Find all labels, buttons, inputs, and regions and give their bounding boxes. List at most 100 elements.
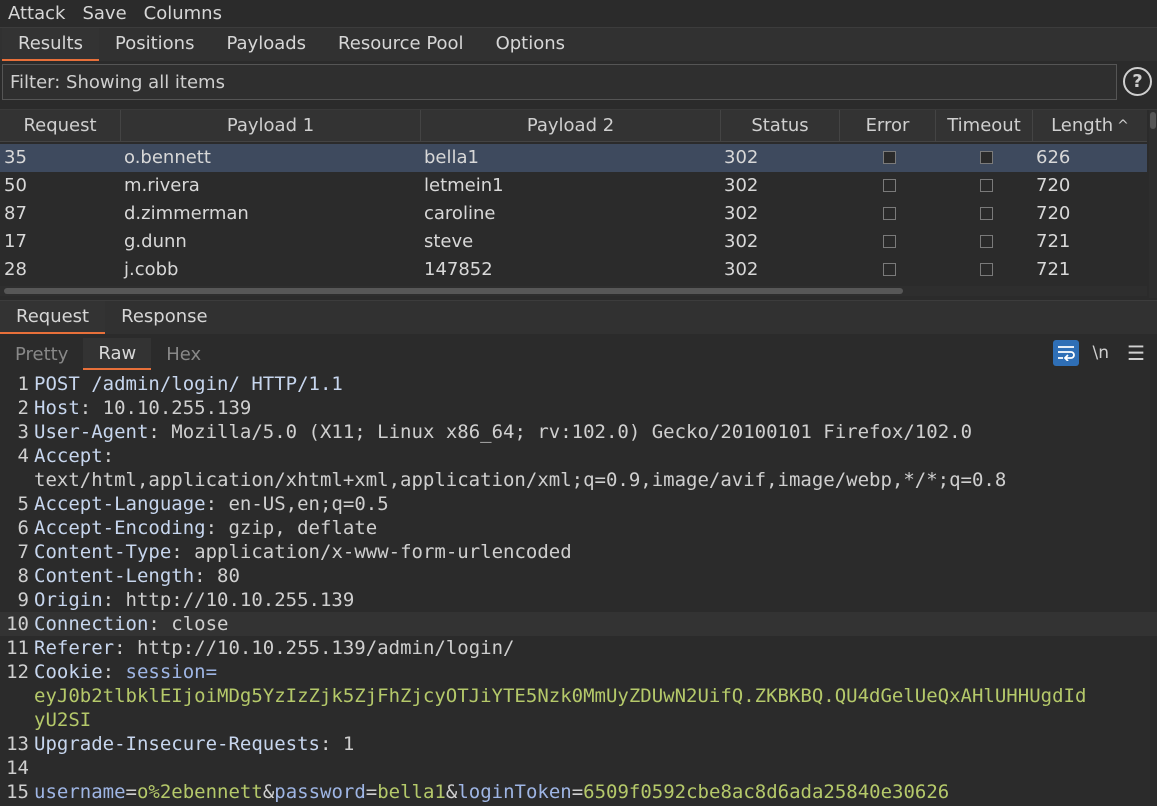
line-number: 12 bbox=[6, 661, 29, 683]
code-text: yU2SI bbox=[34, 708, 91, 732]
menu-bar: Attack Save Columns bbox=[0, 0, 1157, 27]
code-text: Origin: http://10.10.255.139 bbox=[34, 588, 354, 612]
line-number: 14 bbox=[6, 757, 29, 779]
separator: & bbox=[445, 781, 458, 803]
timeout-checkbox bbox=[980, 207, 993, 220]
editor-line: 13 Upgrade-Insecure-Requests: 1 bbox=[0, 732, 1157, 756]
cell-payload2: steve bbox=[424, 231, 474, 252]
filter-bar[interactable]: Filter: Showing all items bbox=[2, 64, 1117, 100]
line-number: 15 bbox=[6, 781, 29, 803]
col-length-label: Length bbox=[1051, 115, 1114, 136]
scrollbar-thumb[interactable] bbox=[1150, 112, 1156, 129]
separator: : bbox=[148, 613, 172, 635]
editor-line: 8 Content-Length: 80 bbox=[0, 564, 1157, 588]
code-text: Content-Type: application/x-www-form-url… bbox=[34, 540, 572, 564]
editor-line: 6 Accept-Encoding: gzip, deflate bbox=[0, 516, 1157, 540]
separator: : bbox=[114, 637, 137, 659]
param-name: password bbox=[274, 781, 366, 803]
timeout-checkbox bbox=[980, 151, 993, 164]
code-text: eyJ0b2tlbklEIjoiMDg5YzIzZjk5ZjFhZjcyOTJi… bbox=[34, 684, 1086, 708]
header-name: Connection bbox=[34, 613, 149, 635]
tab-raw[interactable]: Raw bbox=[83, 338, 152, 370]
timeout-checkbox bbox=[980, 179, 993, 192]
separator: = bbox=[125, 781, 137, 803]
code-text: username=o%2ebennett&password=bella1&log… bbox=[34, 780, 949, 804]
error-checkbox bbox=[883, 179, 896, 192]
line-number: 1 bbox=[17, 373, 29, 395]
cell-payload1: d.zimmerman bbox=[124, 203, 249, 224]
cell-status: 302 bbox=[724, 147, 759, 168]
tab-resource-pool[interactable]: Resource Pool bbox=[322, 28, 480, 61]
tab-request[interactable]: Request bbox=[0, 301, 106, 334]
sort-asc-icon: ^ bbox=[1117, 117, 1129, 134]
separator: & bbox=[262, 781, 275, 803]
wrap-lines-icon[interactable] bbox=[1052, 340, 1079, 366]
main-tabs: Results Positions Payloads Resource Pool… bbox=[0, 27, 1157, 61]
line-number: 11 bbox=[6, 637, 29, 659]
tab-pretty[interactable]: Pretty bbox=[0, 338, 83, 370]
menu-save[interactable]: Save bbox=[82, 3, 126, 24]
code-text: Accept: bbox=[34, 444, 114, 468]
line-number: 9 bbox=[17, 589, 29, 611]
header-value: 10.10.255.139 bbox=[102, 397, 252, 419]
param-name: loginToken bbox=[457, 781, 572, 803]
header-value: http://10.10.255.139/admin/login/ bbox=[136, 637, 515, 659]
error-checkbox bbox=[883, 263, 896, 276]
message-tabs: Request Response bbox=[0, 300, 1157, 334]
separator: : bbox=[148, 421, 172, 443]
table-row[interactable]: 50 m.rivera letmein1 302 720 bbox=[0, 172, 1147, 200]
cell-status: 302 bbox=[724, 203, 759, 224]
hamburger-menu-icon[interactable]: ☰ bbox=[1127, 341, 1145, 365]
code-text: Referer: http://10.10.255.139/admin/logi… bbox=[34, 636, 514, 660]
table-row[interactable]: 17 g.dunn steve 302 721 bbox=[0, 228, 1147, 256]
col-length[interactable]: Length ^ bbox=[1033, 110, 1147, 142]
header-name: Referer bbox=[34, 637, 115, 659]
error-checkbox bbox=[883, 151, 896, 164]
horizontal-scrollbar[interactable] bbox=[0, 286, 1147, 296]
separator: : bbox=[102, 589, 126, 611]
table-row[interactable]: 87 d.zimmerman caroline 302 720 bbox=[0, 200, 1147, 228]
tab-positions[interactable]: Positions bbox=[99, 28, 210, 61]
tab-response[interactable]: Response bbox=[105, 301, 223, 334]
editor-line: text/html,application/xhtml+xml,applicat… bbox=[0, 468, 1157, 492]
line-number: 5 bbox=[17, 493, 29, 515]
request-line: POST /admin/login/ HTTP/1.1 bbox=[34, 373, 343, 395]
scrollbar-thumb[interactable] bbox=[4, 288, 903, 294]
header-name: Origin bbox=[34, 589, 103, 611]
menu-attack[interactable]: Attack bbox=[8, 3, 65, 24]
error-checkbox bbox=[883, 207, 896, 220]
table-row[interactable]: 28 j.cobb 147852 302 721 bbox=[0, 256, 1147, 284]
col-payload1[interactable]: Payload 1 bbox=[121, 110, 421, 142]
line-number: 10 bbox=[6, 613, 29, 635]
separator: = bbox=[571, 781, 584, 803]
header-name: Content-Type bbox=[34, 541, 172, 563]
col-timeout[interactable]: Timeout bbox=[936, 110, 1033, 142]
tab-payloads[interactable]: Payloads bbox=[210, 28, 322, 61]
editor-line: 5 Accept-Language: en-US,en;q=0.5 bbox=[0, 492, 1157, 516]
header-value: eyJ0b2tlbklEIjoiMDg5YzIzZjk5ZjFhZjcyOTJi… bbox=[34, 685, 1087, 707]
tab-results[interactable]: Results bbox=[2, 28, 99, 61]
line-number: 6 bbox=[17, 517, 29, 539]
param-value: 6509f0592cbe8ac8d6ada25840e30626 bbox=[583, 781, 950, 803]
col-error[interactable]: Error bbox=[840, 110, 936, 142]
editor-line: 15 username=o%2ebennett&password=bella1&l… bbox=[0, 780, 1157, 804]
table-row[interactable]: 35 o.bennett bella1 302 626 bbox=[0, 144, 1147, 172]
cell-status: 302 bbox=[724, 231, 759, 252]
vertical-scrollbar[interactable] bbox=[1149, 110, 1157, 298]
col-request[interactable]: Request bbox=[0, 110, 121, 142]
header-name: User-Agent bbox=[34, 421, 149, 443]
menu-columns[interactable]: Columns bbox=[144, 3, 222, 24]
tab-hex[interactable]: Hex bbox=[151, 338, 216, 370]
code-text: User-Agent: Mozilla/5.0 (X11; Linux x86_… bbox=[34, 420, 972, 444]
tab-options[interactable]: Options bbox=[480, 28, 581, 61]
col-status[interactable]: Status bbox=[721, 110, 840, 142]
param-name: username bbox=[34, 781, 126, 803]
cell-payload1: j.cobb bbox=[124, 259, 179, 280]
editor-line: 11 Referer: http://10.10.255.139/admin/lo… bbox=[0, 636, 1157, 660]
help-icon[interactable]: ? bbox=[1123, 67, 1152, 96]
cell-request: 87 bbox=[4, 203, 27, 224]
separator: : bbox=[102, 661, 126, 683]
show-newlines-button[interactable]: \n bbox=[1093, 343, 1110, 363]
col-payload2[interactable]: Payload 2 bbox=[421, 110, 721, 142]
raw-request-editor[interactable]: 1 POST /admin/login/ HTTP/1.1 2 Host: 10.10… bbox=[0, 372, 1157, 806]
